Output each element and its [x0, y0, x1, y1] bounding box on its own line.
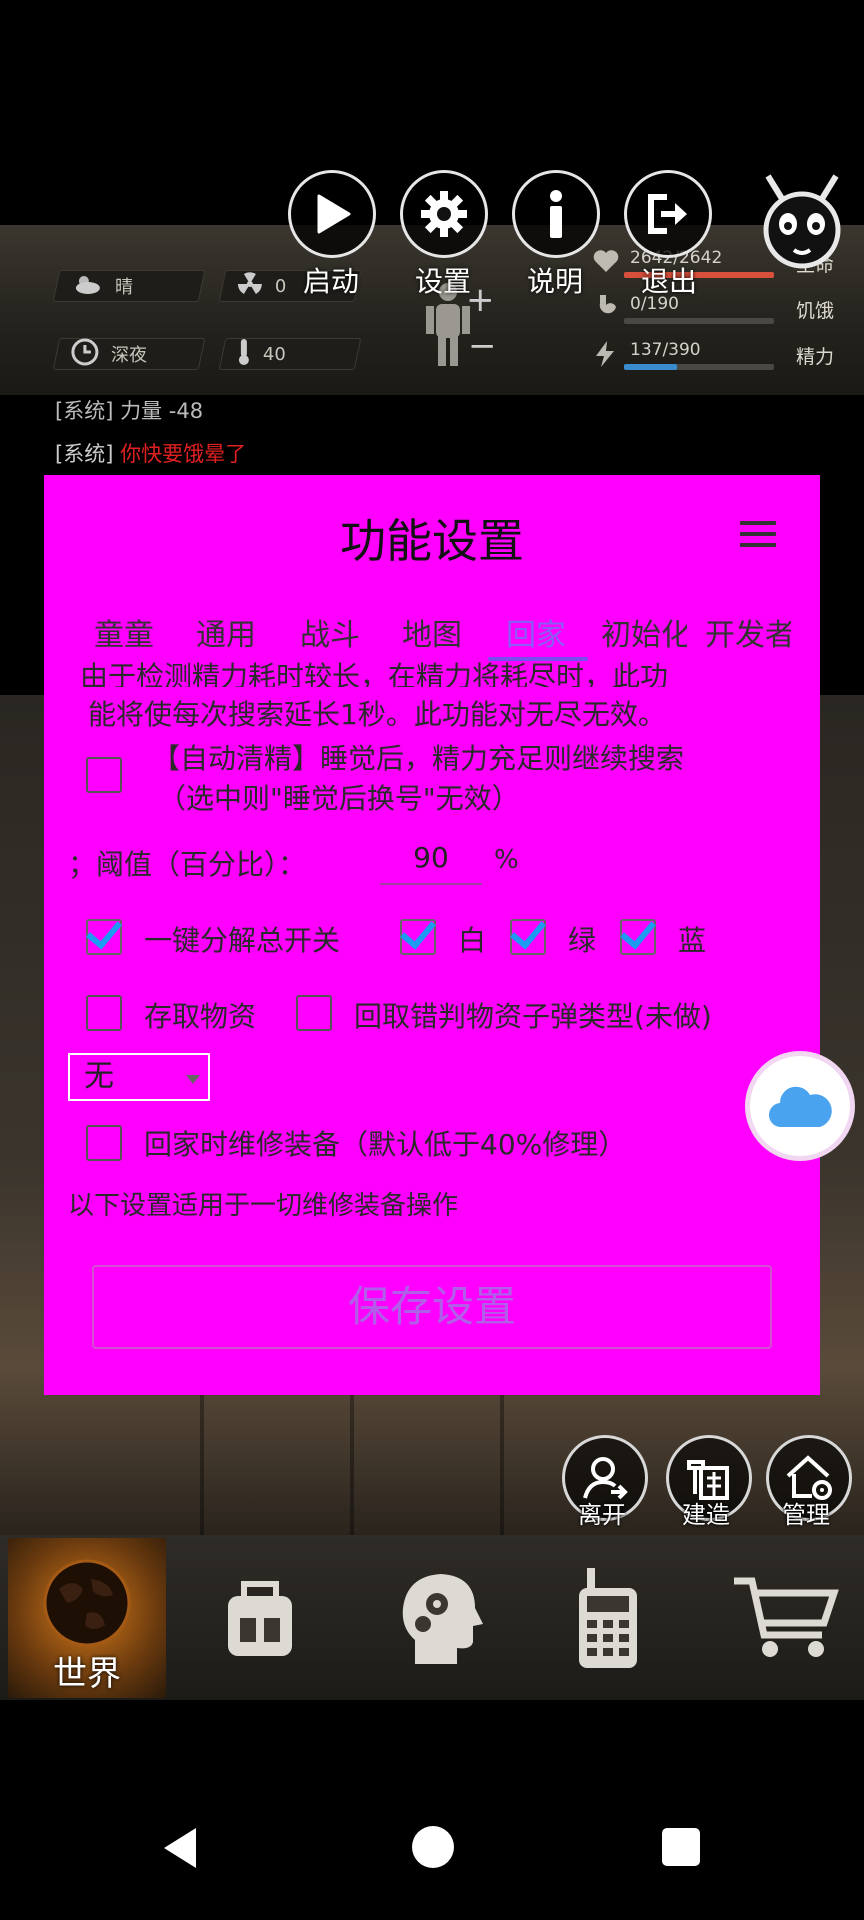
- exit-label[interactable]: 退出: [614, 260, 724, 300]
- repair-home-checkbox[interactable]: [86, 1125, 122, 1161]
- energy-bar: [624, 364, 774, 370]
- retrieve-ammo-label: 回取错判物资子弹类型(未做): [354, 1000, 712, 1033]
- threshold-label: ；阈值（百分比）：: [68, 848, 307, 881]
- home-icon[interactable]: [412, 1826, 454, 1868]
- decompose-all-checkbox[interactable]: [86, 919, 122, 955]
- time-status: 深夜: [52, 338, 206, 371]
- decompose-blue-checkbox[interactable]: [620, 919, 656, 955]
- threshold-unit: %: [494, 845, 519, 875]
- desc-line-1: 由于检测精力耗时较长，在精力将耗尽时，此功: [80, 660, 669, 687]
- tab-init[interactable]: 初始化: [601, 610, 687, 654]
- floor-plank: [200, 1390, 204, 1540]
- nav-world-label[interactable]: 世界: [8, 1646, 166, 1695]
- start-label[interactable]: 启动: [276, 260, 386, 300]
- log-text: 力量 -48: [120, 399, 204, 423]
- settings-button[interactable]: [400, 170, 488, 258]
- store-items-checkbox[interactable]: [86, 995, 122, 1031]
- minus-icon[interactable]: −: [468, 326, 497, 366]
- exit-icon: [648, 194, 687, 234]
- auto-sleep-checkbox[interactable]: [86, 757, 122, 793]
- log-line-1: [系统] 力量 -48: [55, 395, 203, 425]
- temperature-status: 40: [218, 338, 362, 371]
- mascot-icon[interactable]: [756, 172, 848, 286]
- radiation-icon: [237, 271, 263, 302]
- energy-label: 精力: [796, 346, 835, 368]
- system-nav-bar: [0, 1700, 864, 1920]
- info-button[interactable]: [512, 170, 600, 258]
- decompose-green-checkbox[interactable]: [510, 919, 546, 955]
- repair-home-label: 回家时维修装备（默认低于40%修理）: [144, 1128, 627, 1161]
- info-icon: [550, 190, 562, 238]
- hunger-label: 饥饿: [796, 300, 835, 322]
- tab-general[interactable]: 通用: [196, 610, 256, 654]
- decompose-white-label: 白: [458, 924, 487, 957]
- floor-plank: [350, 1390, 354, 1540]
- settings-label[interactable]: 设置: [388, 260, 498, 300]
- save-settings-button[interactable]: 保存设置: [92, 1265, 772, 1349]
- nav-radio[interactable]: [548, 1538, 668, 1698]
- nav-shop[interactable]: [720, 1538, 850, 1698]
- dialog-title: 功能设置: [340, 514, 524, 568]
- floor-plank: [500, 1390, 504, 1540]
- leave-label[interactable]: 离开: [552, 1495, 652, 1530]
- tab-battle[interactable]: 战斗: [300, 610, 360, 654]
- start-button[interactable]: [288, 170, 376, 258]
- auto-sleep-label: 【自动清精】睡觉后，精力充足则继续搜索: [152, 742, 685, 775]
- cloud-icon: [768, 1086, 832, 1128]
- decompose-white-checkbox[interactable]: [400, 919, 436, 955]
- lightning-icon: [594, 340, 616, 372]
- cart-icon: [734, 1577, 839, 1657]
- settings-dialog: 功能设置 童童 通用 战斗 地图 回家 初始化 开发者 由于检测精力耗时较长，在…: [44, 475, 820, 1395]
- cloud-sun-icon: [71, 273, 103, 300]
- log-text: 你快要饿晕了: [120, 442, 247, 466]
- hunger-bar: [624, 318, 774, 324]
- decompose-all-label: 一键分解总开关: [144, 924, 341, 957]
- thermometer-icon: [237, 338, 251, 371]
- chevron-down-icon: [186, 1075, 200, 1084]
- tab-developer[interactable]: 开发者: [705, 610, 791, 654]
- clock-icon: [71, 338, 99, 371]
- walkie-talkie-icon: [579, 1568, 637, 1668]
- gear-icon: [421, 191, 467, 237]
- retrieve-ammo-checkbox[interactable]: [296, 995, 332, 1031]
- backpack-icon: [228, 1581, 292, 1656]
- tab-tongtong[interactable]: 童童: [94, 610, 154, 654]
- time-text: 深夜: [111, 345, 147, 366]
- play-icon: [317, 194, 351, 234]
- weather-status: 晴: [52, 270, 206, 302]
- nav-skills[interactable]: [380, 1538, 500, 1698]
- floating-cloud-button[interactable]: [750, 1056, 850, 1156]
- menu-icon[interactable]: [740, 521, 776, 554]
- store-items-label: 存取物资: [144, 1000, 257, 1033]
- tab-bar: 童童 通用 战斗 地图 回家 初始化 开发者: [44, 610, 820, 660]
- recents-icon[interactable]: [662, 1828, 700, 1866]
- auto-sleep-note: （选中则"睡觉后换号"无效）: [158, 782, 520, 815]
- decompose-green-label: 绿: [568, 924, 597, 957]
- nav-backpack[interactable]: [200, 1538, 320, 1698]
- world-globe-icon: [43, 1559, 131, 1647]
- desc-line-2: 能将使每次搜索延长1秒。此功能对无尽无效。: [88, 698, 666, 731]
- energy-text: 137/390: [630, 340, 701, 360]
- build-label[interactable]: 建造: [656, 1495, 756, 1530]
- info-label[interactable]: 说明: [500, 260, 610, 300]
- tab-map[interactable]: 地图: [402, 610, 462, 654]
- back-icon[interactable]: [160, 1826, 200, 1874]
- nav-world[interactable]: 世界: [8, 1538, 166, 1698]
- brain-gear-icon: [402, 1574, 483, 1664]
- manage-label[interactable]: 管理: [756, 1495, 856, 1530]
- energy-bar-fill: [624, 364, 677, 370]
- temperature-value: 40: [263, 343, 286, 365]
- repair-note: 以下设置适用于一切维修装备操作: [68, 1191, 459, 1221]
- tab-go-home[interactable]: 回家: [506, 610, 566, 654]
- select-value: 无: [84, 1059, 114, 1094]
- log-tag: [系统]: [55, 442, 114, 466]
- threshold-input[interactable]: 90: [380, 841, 482, 885]
- exit-button[interactable]: [624, 170, 712, 258]
- weather-text: 晴: [115, 277, 133, 298]
- log-line-2: [系统] 你快要饿晕了: [55, 438, 246, 468]
- log-tag: [系统]: [55, 399, 114, 423]
- decompose-blue-label: 蓝: [678, 924, 707, 957]
- repair-mode-select[interactable]: 无: [68, 1053, 210, 1101]
